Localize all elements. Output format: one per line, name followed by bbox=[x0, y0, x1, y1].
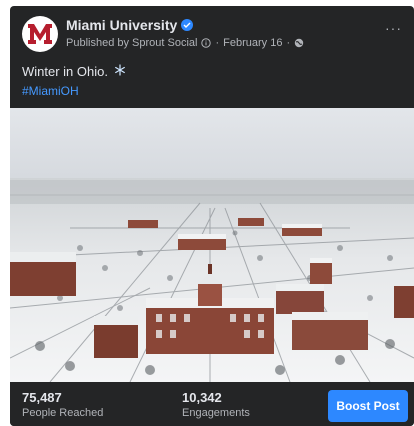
published-by: Published by Sprout Social bbox=[66, 37, 198, 49]
meta-separator: · bbox=[215, 37, 220, 49]
engagements-value: 10,342 bbox=[182, 390, 222, 405]
snowflake-icon bbox=[114, 64, 126, 79]
page-name[interactable]: Miami University bbox=[66, 17, 194, 33]
post-meta: Published by Sprout Social · February 16… bbox=[66, 37, 304, 49]
caption-text: Winter in Ohio. bbox=[22, 64, 108, 79]
post-date[interactable]: February 16 bbox=[223, 37, 282, 49]
post-insights-bar: 75,487 People Reached 10,342 Engagements… bbox=[10, 382, 414, 426]
globe-icon bbox=[294, 38, 304, 48]
page-name-text[interactable]: Miami University bbox=[66, 17, 177, 33]
info-icon[interactable] bbox=[201, 38, 212, 48]
people-reached-stat: 75,487 People Reached bbox=[22, 390, 103, 419]
people-reached-value: 75,487 bbox=[22, 390, 62, 405]
post-header: Miami University Published by Sprout Soc… bbox=[22, 16, 402, 56]
miami-logo-icon bbox=[28, 24, 52, 44]
aerial-campus-photo[interactable] bbox=[10, 108, 414, 382]
boost-post-button[interactable]: Boost Post bbox=[328, 390, 408, 422]
post-caption: Winter in Ohio. bbox=[22, 64, 126, 79]
hashtag-link[interactable]: #MiamiOH bbox=[22, 84, 79, 98]
verified-badge-icon bbox=[181, 19, 194, 31]
meta-separator-2: · bbox=[286, 37, 291, 49]
avatar[interactable] bbox=[22, 16, 58, 52]
engagements-stat: 10,342 Engagements bbox=[182, 390, 250, 419]
more-options-icon[interactable]: ··· bbox=[385, 20, 402, 36]
engagements-label: Engagements bbox=[182, 407, 250, 419]
people-reached-label: People Reached bbox=[22, 407, 104, 419]
post-card: Miami University Published by Sprout Soc… bbox=[10, 6, 414, 426]
